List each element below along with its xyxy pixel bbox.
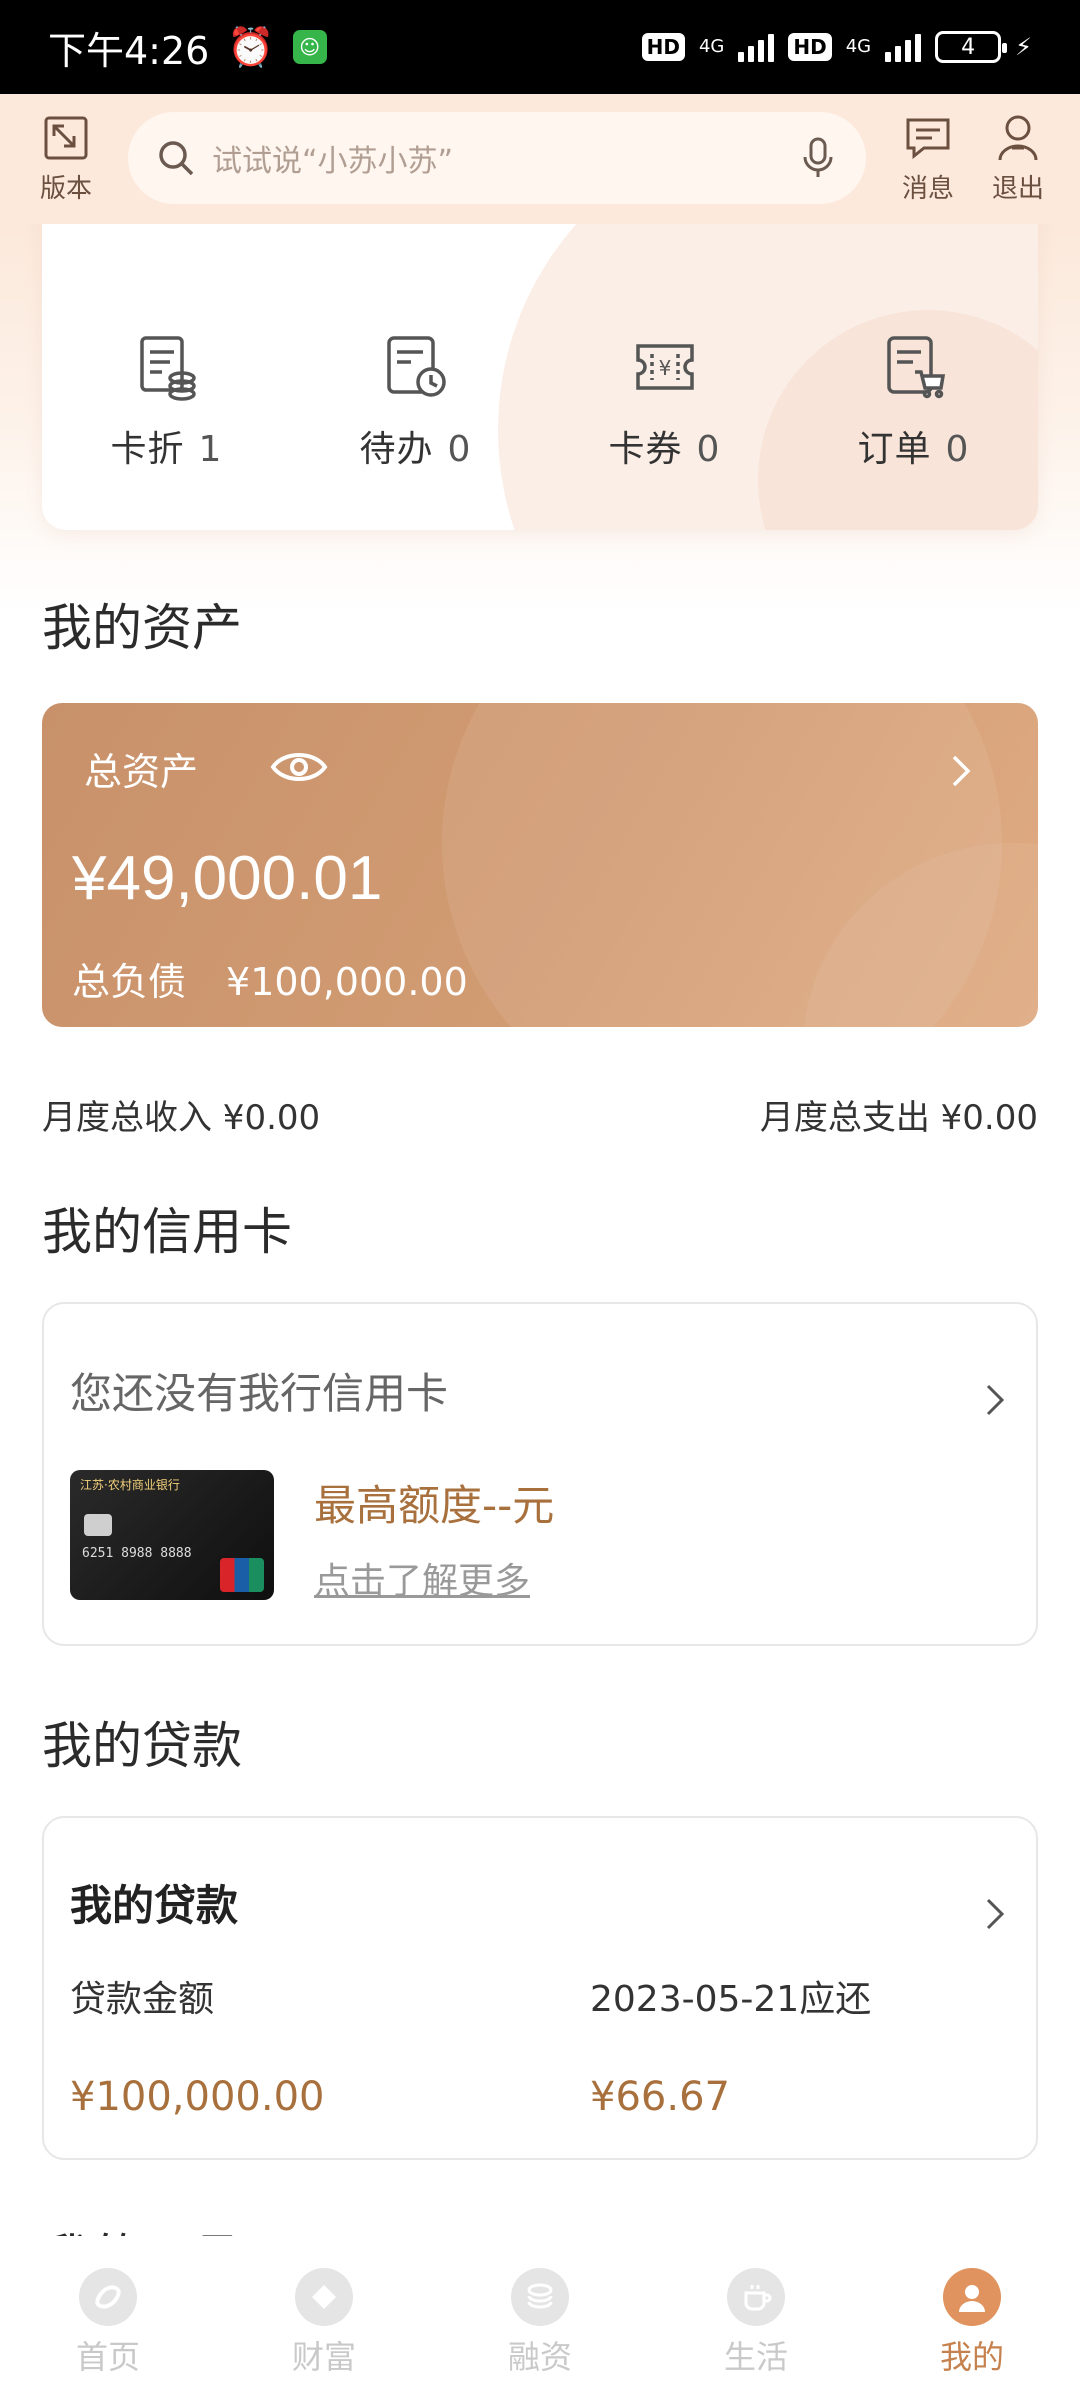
chevron-right-icon[interactable] (980, 1380, 1010, 1420)
logout-label: 退出 (991, 174, 1044, 204)
passbook-icon (139, 336, 196, 401)
search-bar[interactable]: 试试说“小苏小苏” (128, 112, 866, 204)
total-assets-card[interactable]: 总资产 ¥49,000.01 总负债 ¥100,000.00 (42, 703, 1038, 1027)
loan-amount-label: 贷款金额 (70, 1979, 215, 2020)
top-header: 版本 试试说“小苏小苏” 消息 退出 (0, 94, 1080, 224)
messages-button[interactable]: 消息 (880, 112, 976, 205)
version-label: 版本 (39, 174, 92, 204)
nav-finance[interactable]: 融资 (432, 2268, 648, 2378)
nav-label: 我的 (939, 2338, 1004, 2376)
network-type-2: 4G (845, 36, 872, 57)
loan-due-label: 2023-05-21应还 (590, 1979, 872, 2020)
quick-item-label: 卡折 (110, 429, 185, 470)
quick-item-coupon[interactable]: ¥ 卡券 0 (540, 332, 789, 472)
microphone-icon[interactable] (798, 136, 838, 180)
no-credit-card-text: 您还没有我行信用卡 (70, 1369, 449, 1418)
quick-item-count: 0 (696, 429, 721, 470)
messages-label: 消息 (901, 174, 954, 204)
total-assets-label: 总资产 (84, 750, 199, 794)
nav-label: 融资 (507, 2338, 572, 2376)
nav-life[interactable]: 生活 (648, 2268, 864, 2378)
nav-home[interactable]: 首页 (0, 2268, 216, 2378)
quick-item-count: 0 (447, 429, 472, 470)
battery-level: 4 (961, 34, 976, 60)
quick-item-orders[interactable]: 订单 0 (789, 332, 1038, 472)
credit-limit-text: 最高额度--元 (314, 1481, 555, 1530)
network-type: 4G (698, 36, 725, 57)
quick-item-label: 卡券 (608, 429, 683, 470)
wealth-icon (295, 2268, 353, 2326)
monthly-expense: 月度总支出 ¥0.00 (759, 1098, 1038, 1138)
search-placeholder: 试试说“小苏小苏” (212, 144, 454, 179)
loan-due-value: ¥66.67 (590, 2074, 730, 2120)
version-button[interactable]: 版本 (18, 112, 114, 205)
quick-item-passbook[interactable]: 卡折 1 (42, 332, 291, 472)
chevron-right-icon[interactable] (946, 751, 976, 791)
profile-icon (943, 2268, 1001, 2326)
nav-wealth[interactable]: 财富 (216, 2268, 432, 2378)
quick-item-label: 待办 (359, 429, 434, 470)
signal-icon (738, 32, 775, 62)
order-cart-icon (886, 336, 945, 399)
tools-section-title: 我的工具 (42, 2218, 242, 2238)
nav-profile[interactable]: 我的 (864, 2268, 1080, 2378)
credit-card-image: 江苏·农村商业银行 6251 8988 8888 (70, 1470, 274, 1600)
chevron-right-icon[interactable] (980, 1894, 1010, 1934)
quick-item-label: 订单 (857, 429, 932, 470)
app-notification-icon: ☺ (292, 30, 327, 64)
nav-label: 首页 (75, 2338, 140, 2376)
quick-item-count: 1 (198, 429, 223, 470)
version-switch-icon (44, 116, 88, 160)
hd-badge: HD (641, 33, 685, 61)
assets-section-title: 我的资产 (42, 599, 242, 657)
bottom-navigation: 首页 财富 融资 生活 我的 (0, 2236, 1080, 2400)
home-icon (79, 2268, 137, 2326)
screen: 下午4:26 ⏰ ☺ HD 4G HD 4G 4 ⚡ 卡折 1 待办 0 ¥ 卡… (0, 0, 1080, 2400)
quick-item-todo[interactable]: 待办 0 (291, 332, 540, 472)
nav-label: 财富 (291, 2338, 356, 2376)
monthly-income: 月度总收入 ¥0.00 (42, 1098, 321, 1138)
loan-card[interactable]: 我的贷款 贷款金额 2023-05-21应还 ¥100,000.00 ¥66.6… (42, 1816, 1038, 2160)
total-assets-value: ¥49,000.01 (72, 844, 383, 913)
quick-item-count: 0 (945, 429, 970, 470)
search-icon (159, 141, 194, 176)
credit-card-section-title: 我的信用卡 (42, 1203, 292, 1261)
credit-card-panel[interactable]: 您还没有我行信用卡 江苏·农村商业银行 6251 8988 8888 最高额度-… (42, 1302, 1038, 1646)
logout-button[interactable]: 退出 (970, 112, 1066, 205)
finance-icon (511, 2268, 569, 2326)
coupon-icon: ¥ (635, 344, 694, 390)
life-icon (727, 2268, 785, 2326)
loan-section-title: 我的贷款 (42, 1717, 242, 1775)
eye-icon[interactable] (270, 747, 328, 787)
total-debt-label: 总负债 (72, 960, 187, 1004)
user-logout-icon (998, 115, 1038, 161)
signal-icon-2 (885, 32, 922, 62)
charging-icon: ⚡ (1015, 33, 1032, 61)
message-icon (906, 118, 950, 160)
todo-clock-icon (386, 336, 446, 397)
total-debt-row: 总负债 ¥100,000.00 (72, 951, 468, 1006)
total-debt-value: ¥100,000.00 (226, 960, 468, 1004)
battery-icon: 4 (935, 31, 1008, 63)
status-bar: 下午4:26 ⏰ ☺ HD 4G HD 4G 4 ⚡ (0, 0, 1080, 94)
unionpay-logo (220, 1558, 264, 1592)
svg-text:¥: ¥ (658, 356, 671, 380)
hd-badge-2: HD (788, 33, 832, 61)
loan-card-title: 我的贷款 (70, 1881, 239, 1930)
status-time: 下午4:26 (48, 28, 210, 73)
learn-more-link[interactable]: 点击了解更多 (314, 1552, 530, 1604)
nav-label: 生活 (723, 2338, 788, 2376)
alarm-icon: ⏰ (227, 24, 275, 69)
loan-amount-value: ¥100,000.00 (70, 2074, 325, 2120)
